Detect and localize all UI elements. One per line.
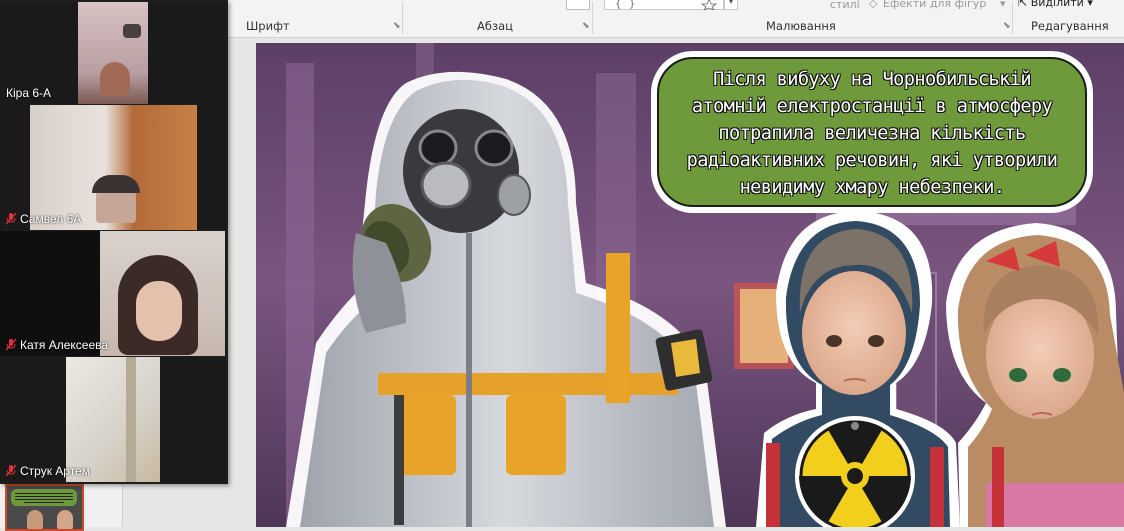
group-label-drawing: Малювання: [766, 19, 836, 33]
group-label-editing: Редагування: [1031, 19, 1109, 33]
select-button[interactable]: ⇱ Виділити ▾: [1018, 0, 1093, 9]
svg-text:{: {: [615, 0, 621, 10]
thumbnail-girl: [57, 510, 73, 529]
participant-name: Кіра 6-А: [6, 86, 52, 100]
caption-line: атомній електростанції в атмосферу: [691, 96, 1053, 117]
group-separator: [402, 2, 403, 34]
participant-name-tag: Самвел 6А: [6, 212, 81, 226]
muted-mic-icon: [6, 213, 16, 225]
group-label-paragraph: Абзац: [477, 19, 513, 33]
chevron-down-icon: ▾: [1000, 0, 1006, 10]
shapes-gallery-icons: { }: [615, 0, 718, 11]
thumbnail-text-line: [24, 502, 64, 503]
caption-line: потрапила величезна кількість: [718, 123, 1026, 144]
slide-canvas[interactable]: Після вибуху на Чорнобильській атомній е…: [256, 43, 1124, 527]
svg-text:}: }: [629, 0, 635, 10]
muted-mic-icon: [6, 339, 16, 351]
thumbnail-text-line: [15, 499, 73, 500]
thumbnail-text-line: [15, 496, 73, 497]
shapes-gallery[interactable]: { }: [604, 0, 724, 11]
group-separator: [592, 2, 593, 34]
caption-line: радіоактивних речовин, які утворили: [686, 150, 1058, 171]
thumbnail-text-line: [15, 493, 73, 494]
slide-thumbnail[interactable]: [5, 484, 84, 531]
participant-name-tag: Катя Алексеева: [6, 338, 108, 352]
drawing-dialog-launcher-icon[interactable]: ⬊: [1003, 21, 1011, 31]
ribbon-dropdown[interactable]: [566, 0, 590, 10]
group-label-font: Шрифт: [246, 19, 290, 33]
cursor-icon: ⇱: [1018, 0, 1028, 9]
participant-name: Струк Артем: [20, 464, 90, 478]
participant-video: [78, 2, 148, 104]
caption-line: невидиму хмару небезпеки.: [739, 177, 1005, 198]
select-label: Виділити: [1030, 0, 1084, 9]
gallery-more-button[interactable]: ▾: [724, 0, 738, 10]
shape-effects-icon: ◇: [869, 0, 878, 10]
speech-bubble[interactable]: Після вибуху на Чорнобильській атомній е…: [657, 57, 1087, 207]
participant-name-tag: Струк Артем: [6, 464, 90, 478]
participant-name: Самвел 6А: [20, 212, 82, 226]
muted-mic-icon: [6, 465, 16, 477]
slide-caption: Після вибуху на Чорнобильській атомній е…: [667, 66, 1077, 201]
participant-name: Катя Алексеева: [20, 338, 109, 352]
caption-line: Після вибуху на Чорнобильській: [713, 69, 1031, 90]
chevron-down-icon: ▾: [1087, 0, 1093, 9]
styles-label[interactable]: стилі: [830, 0, 860, 11]
participant-tile[interactable]: Кіра 6-А: [0, 2, 226, 104]
thumbnail-bubble: [11, 489, 77, 506]
thumbnail-boy: [27, 510, 43, 529]
participant-video: [100, 231, 225, 356]
participant-tile[interactable]: Струк Артем: [0, 357, 226, 482]
participant-tile[interactable]: Катя Алексеева: [0, 231, 226, 356]
participant-tile[interactable]: Самвел 6А: [0, 105, 226, 230]
video-gallery[interactable]: Кіра 6-А Самвел 6А Катя Алексеева Струк …: [0, 0, 228, 484]
shape-effects-label[interactable]: Ефекти для фігур: [883, 0, 986, 10]
group-separator: [1012, 2, 1013, 34]
font-dialog-launcher-icon[interactable]: ⬊: [393, 21, 401, 31]
participant-name-tag: Кіра 6-А: [6, 86, 51, 100]
paragraph-dialog-launcher-icon[interactable]: ⬊: [582, 21, 590, 31]
